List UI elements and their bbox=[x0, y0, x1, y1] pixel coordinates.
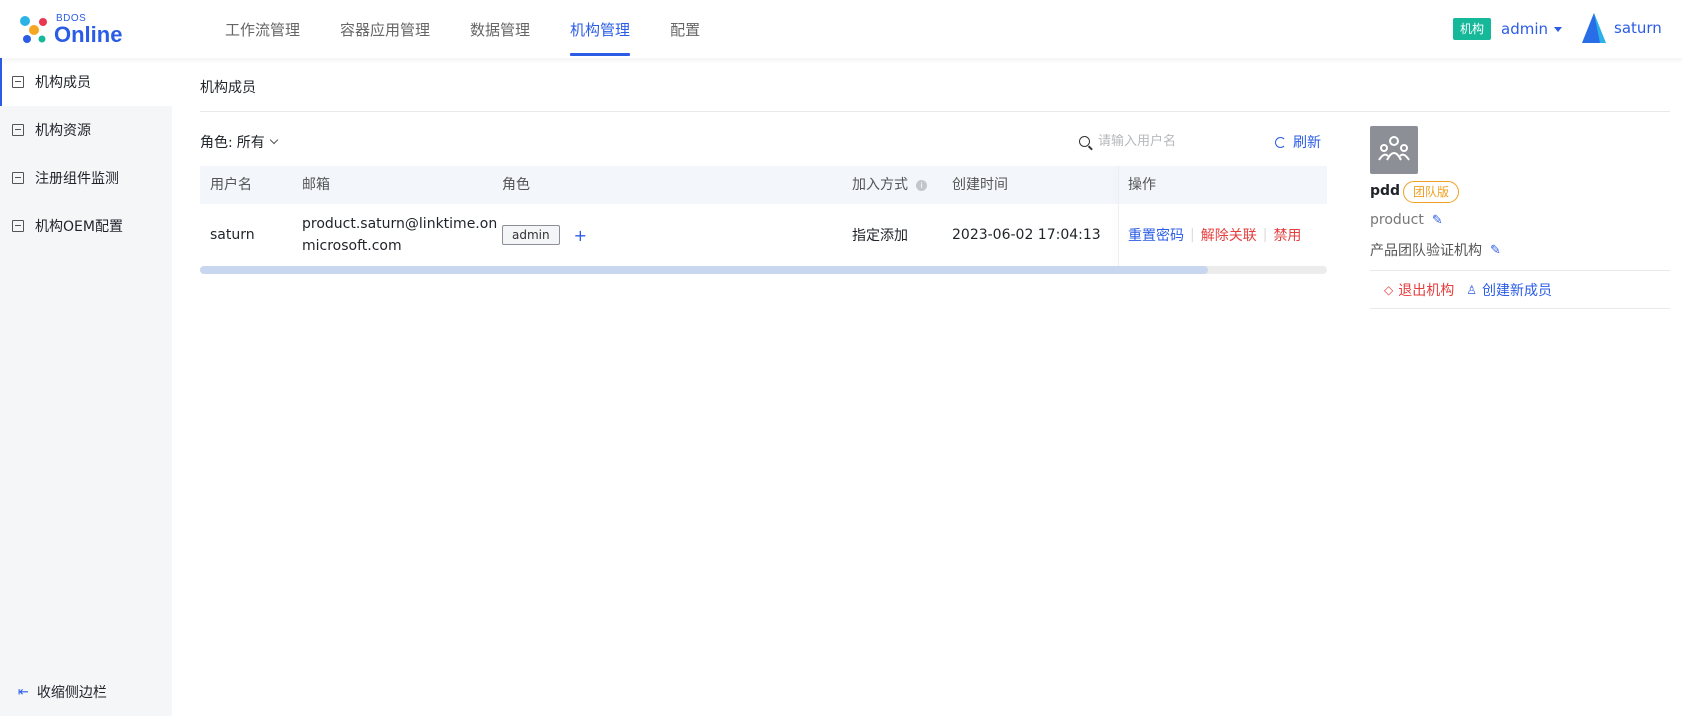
config-panel-icon bbox=[12, 220, 24, 232]
org-info-panel: pdd 团队版 product ✎ 产品团队验证机构 ✎ ◇ 退出机构 ♙ 创建… bbox=[1370, 126, 1670, 309]
members-table: 用户名 邮箱 角色 加入方式 i 创建时间 操作 saturn product.s… bbox=[200, 166, 1327, 274]
main-nav: 工作流管理 容器应用管理 数据管理 机构管理 配置 bbox=[225, 0, 740, 58]
refresh-button[interactable]: 刷新 bbox=[1275, 132, 1321, 152]
collapse-sidebar-button[interactable]: ⇤ 收缩侧边栏 bbox=[18, 682, 107, 702]
role-tag: admin bbox=[502, 225, 560, 245]
column-header-username: 用户名 bbox=[210, 177, 252, 193]
action-separator: | bbox=[1262, 227, 1268, 243]
org-user-dropdown[interactable]: admin bbox=[1501, 18, 1562, 40]
column-header-role: 角色 bbox=[502, 177, 530, 193]
org-code-value: product bbox=[1370, 212, 1424, 228]
sidebar-item-oem-config[interactable]: 机构OEM配置 bbox=[0, 202, 172, 250]
brand-logo[interactable]: BDOS Online bbox=[16, 10, 136, 50]
create-member-button[interactable]: ♙ 创建新成员 bbox=[1466, 280, 1552, 300]
nav-item-org-management[interactable]: 机构管理 bbox=[570, 0, 631, 58]
edition-badge: 团队版 bbox=[1403, 181, 1460, 203]
reset-password-link[interactable]: 重置密码 bbox=[1128, 225, 1184, 245]
leave-org-button[interactable]: ◇ 退出机构 bbox=[1384, 280, 1454, 300]
cell-email: product.saturn@linktime.on microsoft.com bbox=[302, 204, 497, 266]
nav-item-data[interactable]: 数据管理 bbox=[470, 0, 530, 58]
disable-link[interactable]: 禁用 bbox=[1273, 225, 1301, 245]
org-avatar bbox=[1370, 126, 1418, 174]
column-header-created: 创建时间 bbox=[952, 177, 1008, 193]
sidebar-item-org-members[interactable]: 机构成员 bbox=[0, 58, 172, 106]
collapse-sidebar-label: 收缩侧边栏 bbox=[36, 685, 107, 701]
cell-join-method: 指定添加 bbox=[852, 228, 908, 244]
nav-item-config[interactable]: 配置 bbox=[670, 0, 700, 58]
title-divider bbox=[200, 111, 1670, 112]
member-card-icon bbox=[12, 76, 24, 88]
top-bar: BDOS Online 工作流管理 容器应用管理 数据管理 机构管理 配置 机构… bbox=[0, 0, 1683, 58]
action-separator: | bbox=[1190, 227, 1195, 243]
nav-item-workflow[interactable]: 工作流管理 bbox=[225, 0, 300, 58]
unlink-link[interactable]: 解除关联 bbox=[1201, 225, 1257, 245]
sidebar-item-label: 注册组件监测 bbox=[35, 171, 119, 187]
org-code-field: product ✎ bbox=[1370, 212, 1443, 228]
horizontal-scrollbar[interactable] bbox=[200, 266, 1327, 274]
main-content: 机构成员 角色: 所有 刷新 用户名 邮箱 角色 加入方式 i 创建时间 操作 s… bbox=[172, 58, 1683, 716]
scrollbar-thumb[interactable] bbox=[200, 266, 1208, 274]
page-title: 机构成员 bbox=[200, 80, 256, 96]
refresh-icon bbox=[1275, 136, 1286, 148]
fixed-column-shadow bbox=[1118, 166, 1119, 266]
eraser-icon: ◇ bbox=[1384, 283, 1394, 297]
add-role-icon[interactable]: + bbox=[574, 226, 587, 245]
edit-pencil-icon[interactable]: ✎ bbox=[1432, 213, 1443, 228]
monitor-list-icon bbox=[12, 172, 24, 184]
org-badge: 机构 bbox=[1453, 18, 1492, 40]
brand-name: Online bbox=[54, 22, 123, 47]
sidebar-item-label: 机构资源 bbox=[35, 123, 91, 139]
column-header-join-method: 加入方式 i bbox=[852, 166, 927, 204]
chevron-down-icon bbox=[269, 135, 278, 145]
user-avatar-icon bbox=[1582, 13, 1606, 43]
cell-email-line: product.saturn@linktime.on bbox=[302, 216, 498, 232]
org-user-label: admin bbox=[1501, 20, 1548, 38]
caret-down-icon bbox=[1554, 26, 1562, 32]
sidebar-item-label: 机构OEM配置 bbox=[35, 219, 123, 235]
cell-created: 2023-06-02 17:04:13 bbox=[952, 227, 1101, 243]
panel-divider bbox=[1370, 308, 1670, 309]
sidebar-item-org-resources[interactable]: 机构资源 bbox=[0, 106, 172, 154]
sidebar-item-component-monitor[interactable]: 注册组件监测 bbox=[0, 154, 172, 202]
sidebar: 机构成员 机构资源 注册组件监测 机构OEM配置 ⇤ 收缩侧边栏 bbox=[0, 58, 172, 716]
cell-actions: 重置密码 | 解除关联 | 禁用 bbox=[1128, 204, 1301, 266]
column-header-actions: 操作 bbox=[1128, 177, 1156, 193]
column-header-join-method-label: 加入方式 bbox=[852, 177, 908, 193]
role-filter-dropdown[interactable]: 角色: 所有 bbox=[200, 132, 278, 152]
nav-item-container-apps[interactable]: 容器应用管理 bbox=[340, 0, 430, 58]
org-group-icon bbox=[1378, 136, 1410, 161]
sidebar-item-label: 机构成员 bbox=[35, 75, 91, 91]
org-name: pdd bbox=[1370, 183, 1401, 199]
user-search bbox=[1079, 129, 1259, 153]
collapse-left-icon: ⇤ bbox=[18, 684, 29, 700]
table-row: saturn product.saturn@linktime.on micros… bbox=[200, 204, 1327, 266]
document-icon bbox=[12, 124, 24, 136]
leave-org-label: 退出机构 bbox=[1398, 283, 1455, 299]
create-member-label: 创建新成员 bbox=[1482, 283, 1552, 299]
edit-pencil-icon[interactable]: ✎ bbox=[1490, 243, 1501, 258]
user-menu[interactable]: saturn bbox=[1580, 12, 1662, 44]
cell-username: saturn bbox=[210, 227, 255, 243]
search-icon bbox=[1079, 135, 1090, 147]
role-filter-label: 角色: bbox=[200, 135, 233, 151]
search-input[interactable] bbox=[1098, 133, 1248, 149]
panel-divider bbox=[1370, 270, 1670, 271]
column-header-email: 邮箱 bbox=[302, 177, 330, 193]
role-filter-value: 所有 bbox=[236, 135, 265, 151]
info-icon[interactable]: i bbox=[916, 179, 927, 191]
table-header: 用户名 邮箱 角色 加入方式 i 创建时间 操作 bbox=[200, 166, 1327, 204]
cell-role: admin + bbox=[502, 204, 587, 266]
user-add-icon: ♙ bbox=[1466, 283, 1477, 297]
cell-email-line: microsoft.com bbox=[302, 238, 402, 254]
user-name: saturn bbox=[1614, 19, 1662, 37]
panel-actions: ◇ 退出机构 ♙ 创建新成员 bbox=[1384, 278, 1564, 302]
org-description-field: 产品团队验证机构 ✎ bbox=[1370, 240, 1501, 260]
logo-mark-icon bbox=[20, 16, 47, 43]
refresh-label: 刷新 bbox=[1293, 135, 1321, 151]
org-description-value: 产品团队验证机构 bbox=[1370, 243, 1482, 259]
